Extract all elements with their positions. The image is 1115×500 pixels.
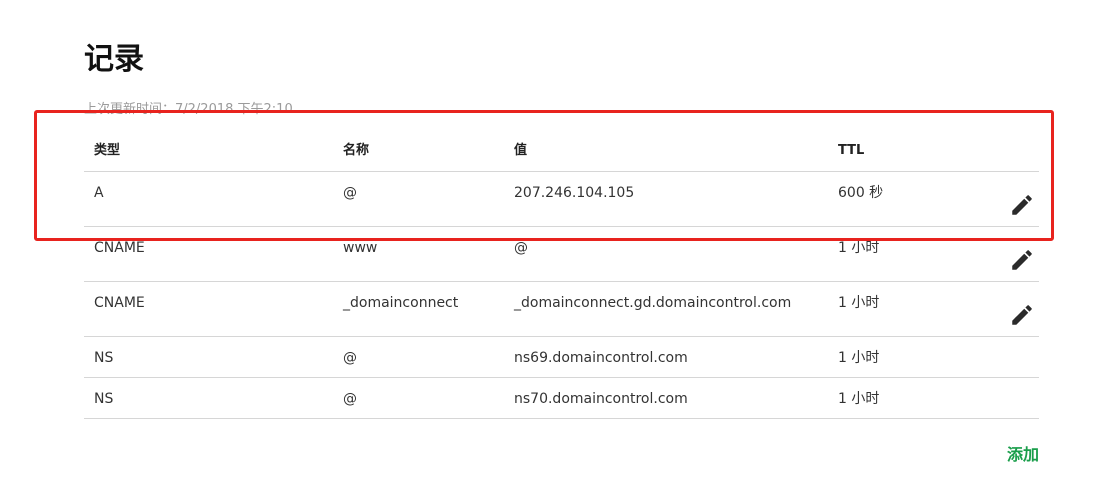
add-record-link[interactable]: 添加	[1007, 441, 1039, 465]
dns-records-page: 记录 上次更新时间：7/2/2018 下午2:10 类型 名称 值 TTL A …	[0, 0, 1115, 500]
record-value: 207.246.104.105	[514, 185, 635, 201]
header-ttl: TTL	[838, 143, 865, 158]
header-value: 值	[514, 143, 528, 158]
edit-record-button[interactable]	[1009, 247, 1035, 273]
record-type: CNAME	[94, 240, 145, 256]
record-ttl: 1 小时	[838, 391, 880, 407]
record-type: CNAME	[94, 295, 145, 311]
record-ttl: 1 小时	[838, 240, 880, 256]
record-name: @	[343, 391, 357, 407]
table-row: NS @ ns69.domaincontrol.com 1 小时	[84, 337, 1039, 378]
edit-record-button[interactable]	[1009, 302, 1035, 328]
record-value: @	[514, 240, 528, 256]
header-type: 类型	[94, 143, 121, 158]
table-header-row: 类型 名称 值 TTL	[84, 130, 1039, 172]
pencil-icon	[1012, 305, 1032, 325]
record-type: NS	[94, 350, 114, 366]
record-name: www	[343, 240, 378, 256]
edit-record-button[interactable]	[1009, 192, 1035, 218]
pencil-icon	[1012, 250, 1032, 270]
dns-records-table: 类型 名称 值 TTL A @ 207.246.104.105 600 秒 CN…	[84, 130, 1039, 419]
table-row: CNAME www @ 1 小时	[84, 227, 1039, 282]
record-name: @	[343, 350, 357, 366]
record-type: NS	[94, 391, 114, 407]
record-value: _domainconnect.gd.domaincontrol.com	[514, 295, 792, 311]
record-value: ns70.domaincontrol.com	[514, 391, 688, 407]
record-ttl: 600 秒	[838, 185, 884, 201]
last-updated-text: 上次更新时间：7/2/2018 下午2:10	[84, 102, 293, 117]
record-ttl: 1 小时	[838, 295, 880, 311]
table-row: A @ 207.246.104.105 600 秒	[84, 172, 1039, 227]
pencil-icon	[1012, 195, 1032, 215]
page-title: 记录	[84, 42, 144, 77]
record-value: ns69.domaincontrol.com	[514, 350, 688, 366]
table-row: CNAME _domainconnect _domainconnect.gd.d…	[84, 282, 1039, 337]
table-row: NS @ ns70.domaincontrol.com 1 小时	[84, 378, 1039, 419]
record-ttl: 1 小时	[838, 350, 880, 366]
record-name: _domainconnect	[343, 295, 459, 311]
record-type: A	[94, 185, 104, 201]
record-name: @	[343, 185, 357, 201]
header-name: 名称	[343, 143, 370, 158]
